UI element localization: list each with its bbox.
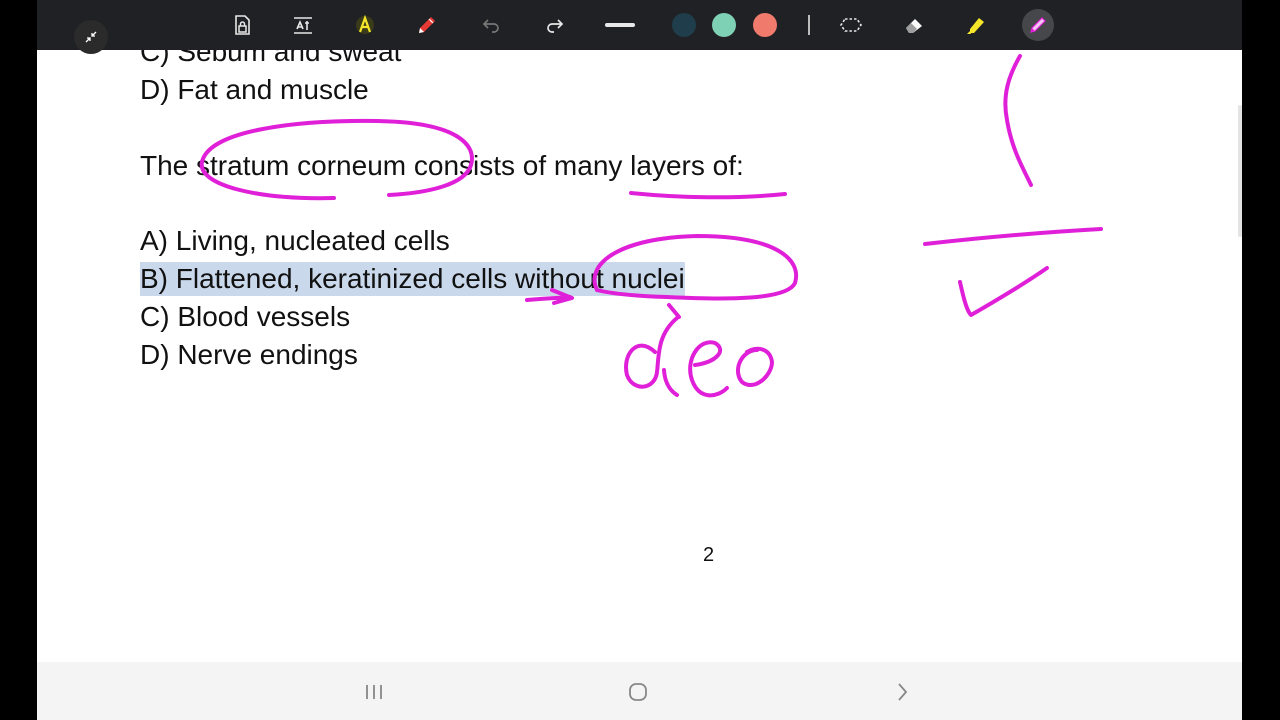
- pencil-icon[interactable]: [411, 9, 443, 41]
- lock-icon[interactable]: [226, 9, 258, 41]
- pen-a-icon[interactable]: [349, 9, 381, 41]
- home-icon[interactable]: [618, 680, 658, 704]
- recent-apps-icon[interactable]: [354, 680, 394, 704]
- ink-circle-without-nuclei: [592, 234, 799, 301]
- ink-horizontal-stroke: [923, 227, 1103, 246]
- ink-arrow: [525, 288, 574, 305]
- text-icon[interactable]: [287, 9, 319, 41]
- eraser-icon[interactable]: [898, 9, 930, 41]
- collapse-icon: [85, 31, 97, 43]
- collapse-button[interactable]: [74, 20, 108, 54]
- color-swatch-mint[interactable]: [712, 13, 736, 37]
- lasso-icon[interactable]: [835, 9, 867, 41]
- pen-icon[interactable]: [1022, 9, 1054, 41]
- app-screen: C) Sebum and sweat D) Fat and muscle The…: [37, 0, 1242, 720]
- ink-vertical-stroke: [1003, 54, 1033, 187]
- undo-icon[interactable]: [475, 9, 507, 41]
- ink-circle-stratum-corneum: [199, 118, 474, 201]
- back-icon[interactable]: [882, 680, 922, 704]
- ink-check-mark: [958, 266, 1049, 317]
- ink-letters-deo: [624, 316, 774, 398]
- line-width-icon[interactable]: [604, 9, 636, 41]
- toolbar-divider: [808, 15, 810, 35]
- system-navigation-bar: [37, 662, 1242, 720]
- ink-underline-many-layers: [629, 191, 787, 200]
- annotation-toolbar: [37, 0, 1242, 50]
- ink-annotations: [199, 54, 1103, 398]
- ink-tick-below-b: [667, 303, 681, 319]
- highlighter-icon[interactable]: [960, 9, 992, 41]
- redo-icon[interactable]: [539, 9, 571, 41]
- scrollbar-thumb[interactable]: [1238, 105, 1242, 237]
- color-swatch-coral[interactable]: [753, 13, 777, 37]
- color-swatch-dark-teal[interactable]: [672, 13, 696, 37]
